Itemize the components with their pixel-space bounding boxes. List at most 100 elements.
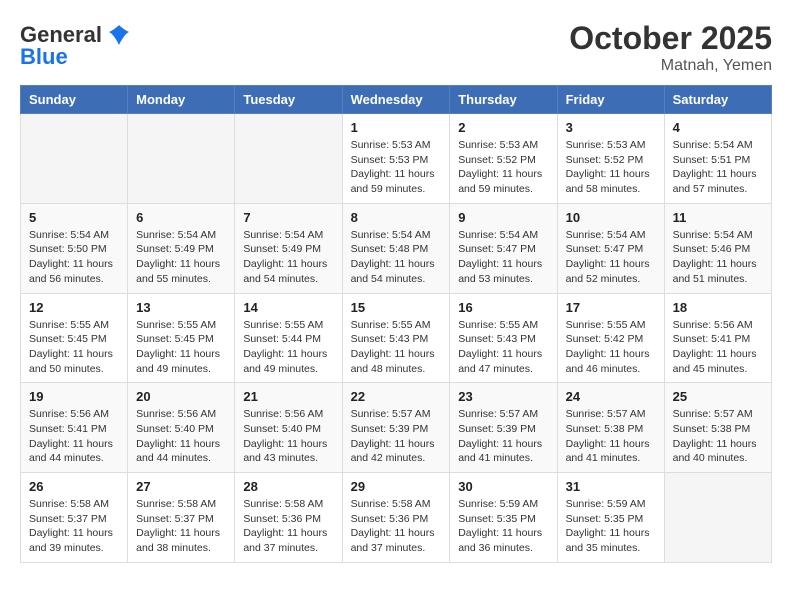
day-number: 10 [566, 210, 656, 225]
day-number: 31 [566, 479, 656, 494]
calendar-cell: 5Sunrise: 5:54 AM Sunset: 5:50 PM Daylig… [21, 203, 128, 293]
day-info: Sunrise: 5:55 AM Sunset: 5:44 PM Dayligh… [243, 318, 333, 377]
calendar-week-5: 26 Sunrise: 5:58 AM Sunset: 5:37 PM Dayli… [21, 473, 772, 563]
day-number: 30 [458, 479, 548, 494]
day-info: Sunrise: 5:53 AM Sunset: 5:53 PM Dayligh… [351, 138, 442, 197]
day-info: Sunrise: 5:54 AM Sunset: 5:49 PM Dayligh… [136, 228, 226, 287]
calendar-cell: 23 Sunrise: 5:57 AM Sunset: 5:39 PM Dayli… [450, 383, 557, 473]
day-number: 1 [351, 120, 442, 135]
day-info: Sunrise: 5:53 AM Sunset: 5:52 PM Dayligh… [458, 138, 548, 197]
calendar-cell: 14Sunrise: 5:55 AM Sunset: 5:44 PM Dayli… [235, 293, 342, 383]
calendar-cell: 31 Sunrise: 5:59 AM Sunset: 5:35 PM Dayli… [557, 473, 664, 563]
day-info: Sunrise: 5:55 AM Sunset: 5:45 PM Dayligh… [136, 318, 226, 377]
day-info: Sunrise: 5:55 AM Sunset: 5:42 PM Dayligh… [566, 318, 656, 377]
calendar-cell: 10 Sunrise: 5:54 AM Sunset: 5:47 PM Dayli… [557, 203, 664, 293]
calendar-cell: 27 Sunrise: 5:58 AM Sunset: 5:37 PM Dayli… [128, 473, 235, 563]
day-number: 18 [673, 300, 763, 315]
day-info: Sunrise: 5:55 AM Sunset: 5:45 PM Dayligh… [29, 318, 119, 377]
day-info: Sunrise: 5:58 AM Sunset: 5:36 PM Dayligh… [351, 497, 442, 556]
calendar-cell: 21Sunrise: 5:56 AM Sunset: 5:40 PM Dayli… [235, 383, 342, 473]
day-number: 5 [29, 210, 119, 225]
day-number: 19 [29, 389, 119, 404]
day-number: 16 [458, 300, 548, 315]
col-monday: Monday [128, 86, 235, 114]
calendar-cell [235, 114, 342, 204]
col-wednesday: Wednesday [342, 86, 450, 114]
calendar-cell: 3 Sunrise: 5:53 AM Sunset: 5:52 PM Daylig… [557, 114, 664, 204]
day-number: 22 [351, 389, 442, 404]
day-info: Sunrise: 5:59 AM Sunset: 5:35 PM Dayligh… [458, 497, 548, 556]
day-info: Sunrise: 5:56 AM Sunset: 5:41 PM Dayligh… [29, 407, 119, 466]
calendar-week-3: 12 Sunrise: 5:55 AM Sunset: 5:45 PM Dayli… [21, 293, 772, 383]
calendar-cell: 13 Sunrise: 5:55 AM Sunset: 5:45 PM Dayli… [128, 293, 235, 383]
calendar-cell: 4 Sunrise: 5:54 AM Sunset: 5:51 PM Daylig… [664, 114, 771, 204]
day-number: 28 [243, 479, 333, 494]
day-number: 23 [458, 389, 548, 404]
day-info: Sunrise: 5:54 AM Sunset: 5:51 PM Dayligh… [673, 138, 763, 197]
calendar-cell: 30 Sunrise: 5:59 AM Sunset: 5:35 PM Dayli… [450, 473, 557, 563]
calendar-cell: 16 Sunrise: 5:55 AM Sunset: 5:43 PM Dayli… [450, 293, 557, 383]
col-saturday: Saturday [664, 86, 771, 114]
calendar-week-1: 1 Sunrise: 5:53 AM Sunset: 5:53 PM Daylig… [21, 114, 772, 204]
col-tuesday: Tuesday [235, 86, 342, 114]
calendar-cell: 15 Sunrise: 5:55 AM Sunset: 5:43 PM Dayli… [342, 293, 450, 383]
col-sunday: Sunday [21, 86, 128, 114]
calendar-cell: 2 Sunrise: 5:53 AM Sunset: 5:52 PM Daylig… [450, 114, 557, 204]
calendar-table: Sunday Monday Tuesday Wednesday Thursday… [20, 85, 772, 563]
day-number: 25 [673, 389, 763, 404]
calendar-cell: 6 Sunrise: 5:54 AM Sunset: 5:49 PM Daylig… [128, 203, 235, 293]
day-number: 27 [136, 479, 226, 494]
day-info: Sunrise: 5:58 AM Sunset: 5:37 PM Dayligh… [136, 497, 226, 556]
calendar-cell: 17 Sunrise: 5:55 AM Sunset: 5:42 PM Dayli… [557, 293, 664, 383]
calendar-cell: 29 Sunrise: 5:58 AM Sunset: 5:36 PM Dayli… [342, 473, 450, 563]
day-number: 29 [351, 479, 442, 494]
day-info: Sunrise: 5:57 AM Sunset: 5:39 PM Dayligh… [351, 407, 442, 466]
day-number: 13 [136, 300, 226, 315]
day-number: 17 [566, 300, 656, 315]
calendar-cell: 11 Sunrise: 5:54 AM Sunset: 5:46 PM Dayli… [664, 203, 771, 293]
day-number: 20 [136, 389, 226, 404]
location: Matnah, Yemen [569, 57, 772, 75]
day-number: 15 [351, 300, 442, 315]
calendar-week-2: 5Sunrise: 5:54 AM Sunset: 5:50 PM Daylig… [21, 203, 772, 293]
day-number: 21 [243, 389, 333, 404]
day-number: 4 [673, 120, 763, 135]
calendar-cell: 22 Sunrise: 5:57 AM Sunset: 5:39 PM Dayli… [342, 383, 450, 473]
calendar-week-4: 19 Sunrise: 5:56 AM Sunset: 5:41 PM Dayli… [21, 383, 772, 473]
day-number: 7 [243, 210, 333, 225]
day-info: Sunrise: 5:54 AM Sunset: 5:46 PM Dayligh… [673, 228, 763, 287]
day-info: Sunrise: 5:56 AM Sunset: 5:41 PM Dayligh… [673, 318, 763, 377]
calendar-cell: 28 Sunrise: 5:58 AM Sunset: 5:36 PM Dayli… [235, 473, 342, 563]
day-info: Sunrise: 5:53 AM Sunset: 5:52 PM Dayligh… [566, 138, 656, 197]
day-number: 6 [136, 210, 226, 225]
calendar-cell: 25 Sunrise: 5:57 AM Sunset: 5:38 PM Dayli… [664, 383, 771, 473]
day-number: 26 [29, 479, 119, 494]
calendar-cell: 26Sunrise: 5:58 AM Sunset: 5:37 PM Dayli… [21, 473, 128, 563]
day-number: 9 [458, 210, 548, 225]
col-friday: Friday [557, 86, 664, 114]
calendar-cell [664, 473, 771, 563]
calendar-cell: 12 Sunrise: 5:55 AM Sunset: 5:45 PM Dayli… [21, 293, 128, 383]
day-info: Sunrise: 5:55 AM Sunset: 5:43 PM Dayligh… [351, 318, 442, 377]
day-number: 2 [458, 120, 548, 135]
day-number: 8 [351, 210, 442, 225]
title-block: October 2025 Matnah, Yemen [569, 20, 772, 75]
calendar-cell: 9Sunrise: 5:54 AM Sunset: 5:47 PM Daylig… [450, 203, 557, 293]
page-header: General Blue October 2025 Matnah, Yemen [20, 20, 772, 75]
day-info: Sunrise: 5:57 AM Sunset: 5:39 PM Dayligh… [458, 407, 548, 466]
calendar-cell: 18 Sunrise: 5:56 AM Sunset: 5:41 PM Dayli… [664, 293, 771, 383]
day-number: 11 [673, 210, 763, 225]
calendar-header-row: Sunday Monday Tuesday Wednesday Thursday… [21, 86, 772, 114]
day-info: Sunrise: 5:59 AM Sunset: 5:35 PM Dayligh… [566, 497, 656, 556]
day-info: Sunrise: 5:54 AM Sunset: 5:48 PM Dayligh… [351, 228, 442, 287]
day-info: Sunrise: 5:55 AM Sunset: 5:43 PM Dayligh… [458, 318, 548, 377]
day-info: Sunrise: 5:58 AM Sunset: 5:36 PM Dayligh… [243, 497, 333, 556]
day-info: Sunrise: 5:54 AM Sunset: 5:47 PM Dayligh… [566, 228, 656, 287]
calendar-cell: 19 Sunrise: 5:56 AM Sunset: 5:41 PM Dayli… [21, 383, 128, 473]
day-info: Sunrise: 5:56 AM Sunset: 5:40 PM Dayligh… [136, 407, 226, 466]
day-number: 12 [29, 300, 119, 315]
month-title: October 2025 [569, 20, 772, 57]
day-number: 3 [566, 120, 656, 135]
day-info: Sunrise: 5:57 AM Sunset: 5:38 PM Dayligh… [673, 407, 763, 466]
logo-icon [104, 20, 134, 50]
